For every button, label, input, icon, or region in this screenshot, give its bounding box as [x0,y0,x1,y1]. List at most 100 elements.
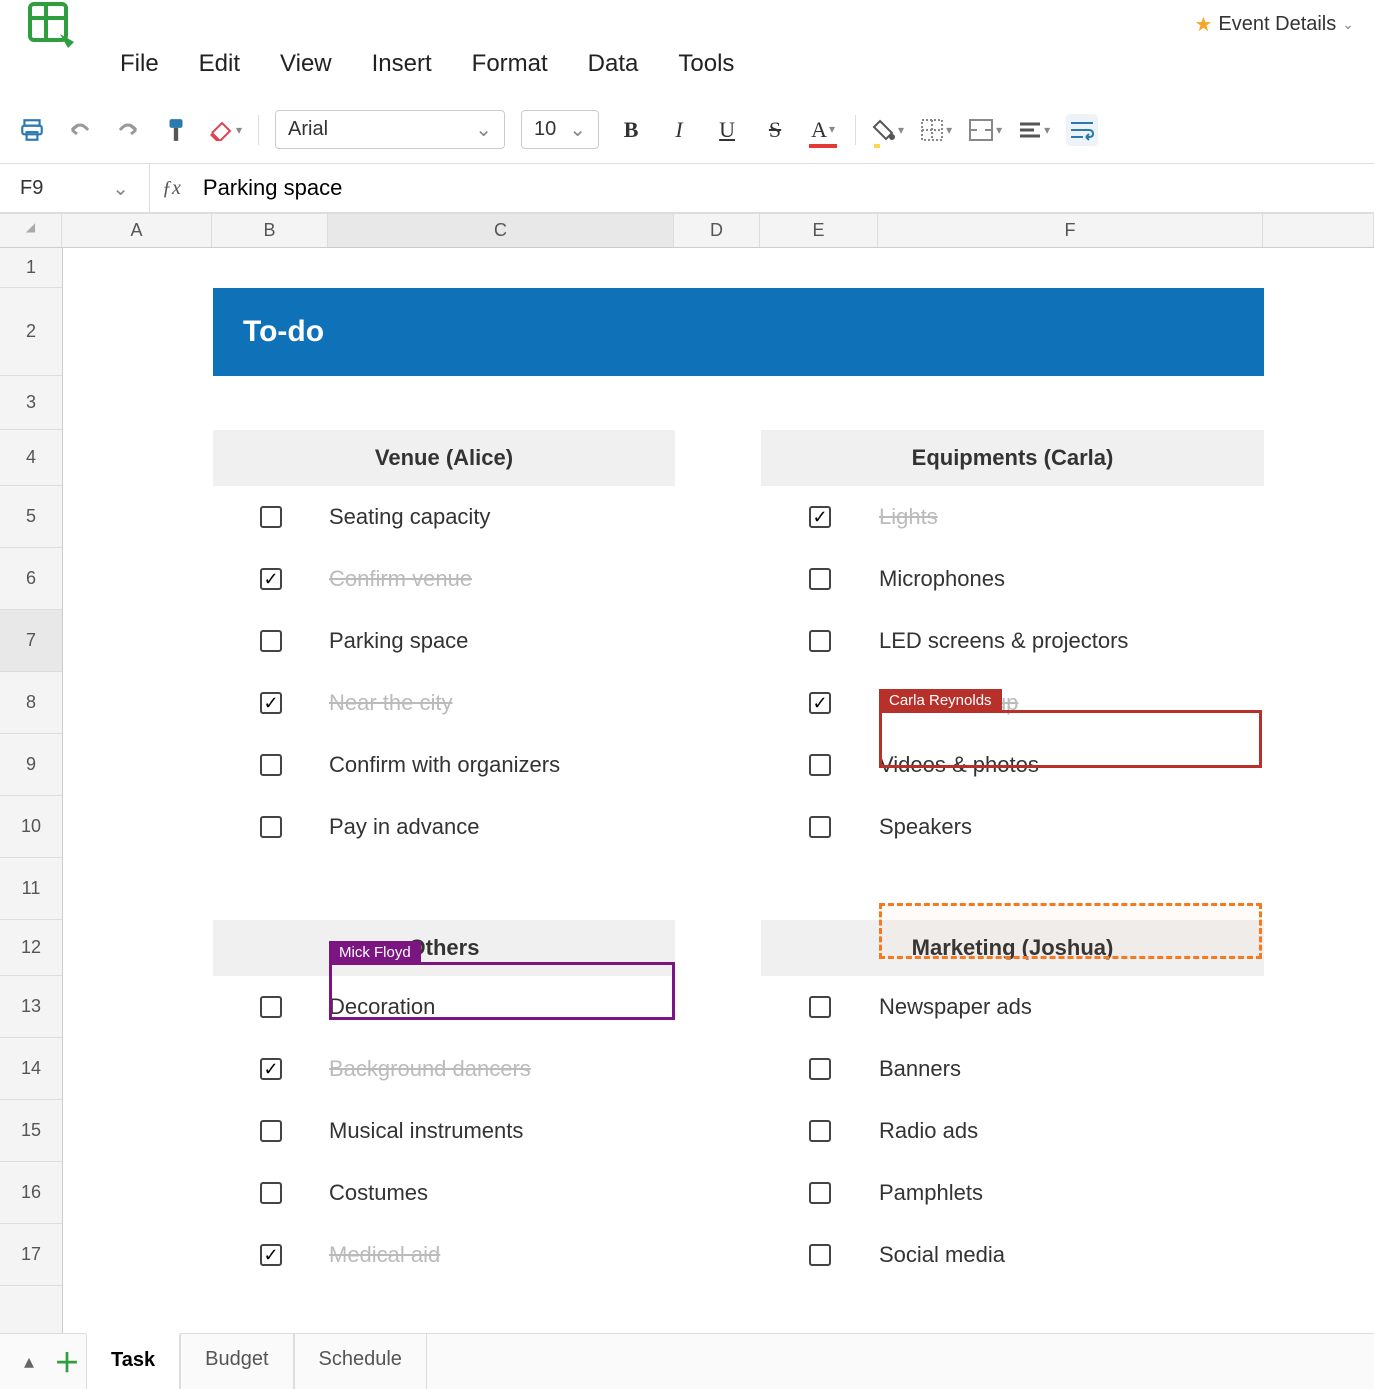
cell[interactable] [213,376,329,430]
undo-button[interactable] [64,114,96,146]
cell[interactable] [1264,610,1374,672]
italic-button[interactable]: I [663,114,695,146]
checkbox-cell[interactable] [761,976,879,1038]
cell[interactable] [329,858,675,920]
cell[interactable] [1264,796,1374,858]
cell[interactable] [675,486,761,548]
redo-button[interactable] [112,114,144,146]
cell[interactable] [63,976,213,1038]
cell[interactable] [675,672,761,734]
fx-icon[interactable]: ƒx [150,177,193,200]
formula-input[interactable] [193,164,1374,212]
sheet-nav-button[interactable]: ▴ [10,1349,48,1374]
menu-edit[interactable]: Edit [199,50,240,78]
checkbox-cell[interactable] [761,672,879,734]
cell[interactable] [1264,858,1374,920]
checkbox[interactable] [809,630,831,652]
clear-format-button[interactable]: ▾ [208,114,242,146]
cell[interactable] [1264,376,1374,430]
checkbox[interactable] [809,996,831,1018]
row-header[interactable]: 11 [0,858,62,920]
checkbox[interactable] [260,816,282,838]
task-cell[interactable]: Newspaper ads [879,976,1264,1038]
cell[interactable] [63,858,213,920]
cell[interactable] [63,1100,213,1162]
row-header[interactable]: 7 [0,610,62,672]
cell[interactable] [1264,734,1374,796]
col-header[interactable]: F [878,214,1263,247]
task-cell[interactable]: Radio ads [879,1100,1264,1162]
cell[interactable] [675,1162,761,1224]
cell[interactable] [1264,248,1374,288]
print-button[interactable] [16,114,48,146]
cell[interactable] [1264,288,1374,376]
cell[interactable] [879,858,1264,920]
cell[interactable] [1264,672,1374,734]
task-cell[interactable]: Lights [879,486,1264,548]
format-painter-button[interactable] [160,114,192,146]
cell[interactable] [1264,548,1374,610]
cell[interactable] [63,610,213,672]
cell[interactable] [675,796,761,858]
row-header[interactable]: 13 [0,976,62,1038]
cell[interactable] [213,858,329,920]
task-cell[interactable]: Speakers [879,796,1264,858]
sheet-tab-task[interactable]: Task [86,1333,180,1389]
merge-cells-button[interactable]: ▾ [968,114,1002,146]
add-sheet-button[interactable]: ＋ [48,1343,86,1380]
checkbox[interactable] [260,568,282,590]
row-header[interactable]: 1 [0,248,62,288]
cell[interactable] [675,734,761,796]
cell[interactable] [329,248,675,288]
task-cell[interactable]: Medical aid [329,1224,675,1286]
cell[interactable] [63,430,213,486]
menu-data[interactable]: Data [588,50,639,78]
cell[interactable] [63,734,213,796]
underline-button[interactable]: U [711,114,743,146]
cell[interactable] [63,1162,213,1224]
checkbox-cell[interactable] [213,486,329,548]
cell[interactable] [675,248,761,288]
task-cell[interactable]: Seating capacity [329,486,675,548]
checkbox[interactable] [260,754,282,776]
cell[interactable] [63,796,213,858]
checkbox[interactable] [260,630,282,652]
col-header[interactable]: C [328,214,674,247]
task-cell[interactable]: Power backup [879,672,1264,734]
cell[interactable] [761,248,879,288]
menu-insert[interactable]: Insert [372,50,432,78]
cell[interactable] [1264,1038,1374,1100]
checkbox[interactable] [260,506,282,528]
row-header[interactable]: 8 [0,672,62,734]
cell[interactable] [675,548,761,610]
cell[interactable] [761,376,879,430]
row-header[interactable]: 17 [0,1224,62,1286]
checkbox-cell[interactable] [213,976,329,1038]
task-cell[interactable]: Pamphlets [879,1162,1264,1224]
checkbox[interactable] [260,1120,282,1142]
cell[interactable] [761,858,879,920]
checkbox-cell[interactable] [761,734,879,796]
col-header[interactable]: A [62,214,212,247]
checkbox-cell[interactable] [761,1162,879,1224]
checkbox-cell[interactable] [213,672,329,734]
font-size-select[interactable]: 10 ⌄ [521,110,599,149]
col-header[interactable]: B [212,214,328,247]
checkbox[interactable] [809,568,831,590]
alignment-button[interactable]: ▾ [1018,114,1050,146]
checkbox-cell[interactable] [213,1100,329,1162]
cell[interactable] [675,858,761,920]
row-header[interactable]: 4 [0,430,62,486]
checkbox-cell[interactable] [761,796,879,858]
task-cell[interactable]: Banners [879,1038,1264,1100]
cell[interactable] [675,1038,761,1100]
checkbox-cell[interactable] [761,548,879,610]
checkbox-cell[interactable] [761,610,879,672]
checkbox-cell[interactable] [213,548,329,610]
document-title[interactable]: ★ Event Details ⌄ [1194,12,1354,37]
cell[interactable] [63,920,213,976]
row-header[interactable]: 16 [0,1162,62,1224]
cell-reference-box[interactable]: F9 ⌄ [0,164,150,212]
cell[interactable] [1264,920,1374,976]
task-cell[interactable]: LED screens & projectors [879,610,1264,672]
